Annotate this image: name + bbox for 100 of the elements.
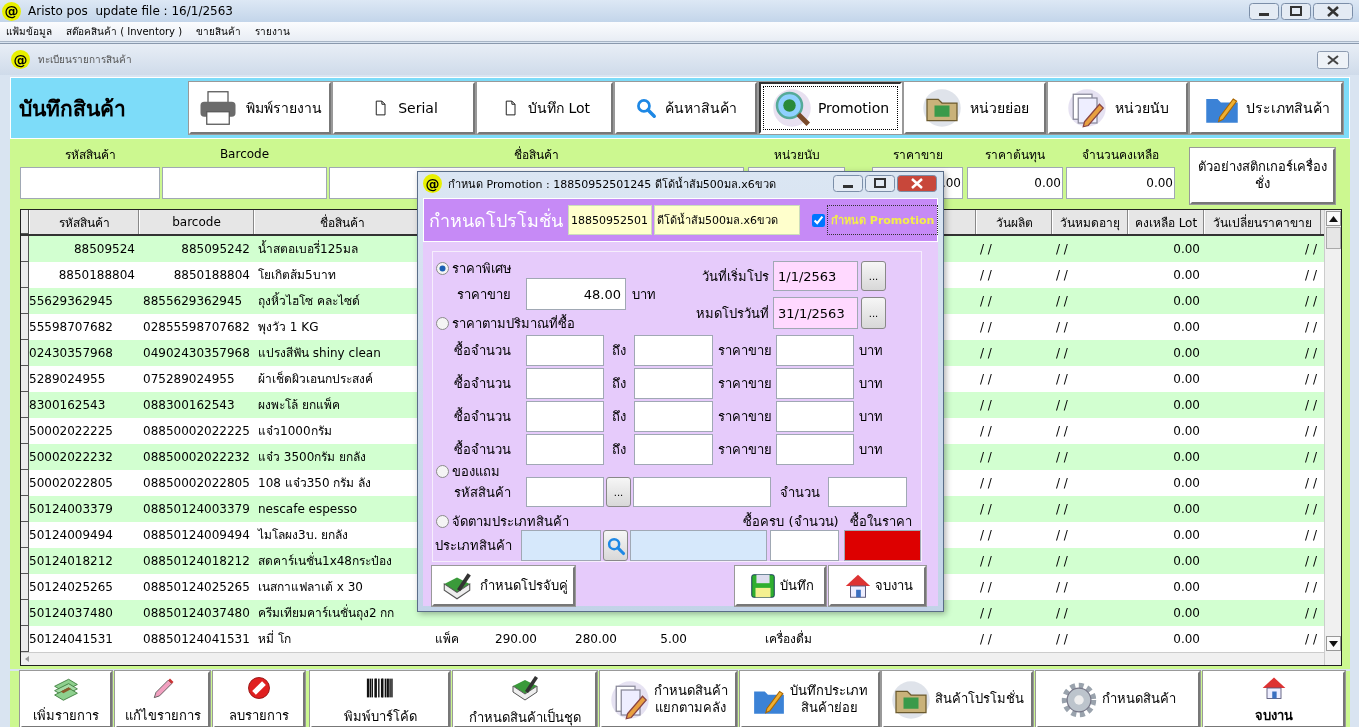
restore-icon[interactable]	[1281, 2, 1311, 20]
menu-item[interactable]: แฟ้มข้อมูล	[6, 24, 52, 39]
input-field[interactable]	[634, 335, 713, 366]
input-field[interactable]: 0.00	[967, 167, 1063, 199]
save-button[interactable]: บันทึก	[735, 566, 826, 606]
column-header[interactable]: barcode	[139, 210, 254, 234]
input-field[interactable]	[776, 335, 854, 366]
input-field[interactable]	[526, 368, 604, 399]
menu-item[interactable]: ขายสินค้า	[196, 24, 242, 39]
radio-button[interactable]	[436, 261, 449, 275]
row-header[interactable]	[21, 626, 29, 652]
button[interactable]: กำหนดโปรจับคู่	[432, 566, 575, 606]
row-header[interactable]	[21, 444, 29, 470]
input-field[interactable]	[634, 368, 713, 399]
table-cell-text: 5.00	[659, 631, 688, 648]
close-button[interactable]: จบงาน	[1203, 671, 1345, 727]
input-field[interactable]	[162, 167, 327, 199]
toolbar-button[interactable]: หน่วยนับ	[1048, 82, 1188, 134]
checkbox[interactable]	[812, 213, 825, 227]
toolbar-button[interactable]: พิมพ์บาร์โค้ด	[310, 671, 450, 727]
row-header[interactable]	[21, 314, 29, 340]
input-field[interactable]	[776, 401, 854, 432]
toolbar-button[interactable]: พิมพ์รายงาน	[189, 82, 331, 134]
input-field[interactable]: 0.00	[1066, 167, 1175, 199]
row-header[interactable]	[21, 496, 29, 522]
toolbar-button[interactable]: ค้นหาสินค้า	[615, 82, 757, 134]
toolbar-button[interactable]: แก้ไขรายการ	[115, 671, 210, 727]
toolbar-button[interactable]: ลบรายการ	[213, 671, 305, 727]
row-header[interactable]	[21, 262, 29, 288]
input-field[interactable]: 48.00	[526, 278, 626, 310]
input-field[interactable]	[776, 434, 854, 465]
input-field[interactable]	[634, 434, 713, 465]
row-header[interactable]	[21, 366, 29, 392]
search-button[interactable]	[603, 530, 628, 561]
input-field[interactable]	[526, 477, 604, 507]
input-field[interactable]	[630, 530, 767, 561]
toolbar-button[interactable]: Promotion	[759, 82, 902, 134]
input-field[interactable]	[844, 530, 921, 561]
column-header[interactable]: วันหมดอายุ	[1052, 210, 1128, 234]
menu-item[interactable]: สต๊อคสินค้า ( Inventory )	[66, 24, 183, 39]
input-field[interactable]	[828, 477, 907, 507]
toolbar-button[interactable]: ประเภทสินค้า	[1190, 82, 1343, 134]
input-field[interactable]: 1/1/2563	[773, 261, 858, 291]
scrollbar-thumb[interactable]	[1326, 227, 1341, 249]
radio-button[interactable]	[436, 514, 449, 528]
field-label: ถึง	[611, 408, 627, 426]
row-header[interactable]	[21, 288, 29, 314]
input-field[interactable]	[776, 368, 854, 399]
column-header[interactable]: วันเปลี่ยนราคาขาย	[1204, 210, 1321, 234]
toolbar-button[interactable]: Serial	[333, 82, 475, 134]
input-field[interactable]	[770, 530, 839, 561]
restore-icon[interactable]	[865, 175, 895, 192]
input-field[interactable]	[526, 434, 604, 465]
button[interactable]: ตัวอย่างสติกเกอร์เครื่องชั่ง	[1190, 148, 1335, 204]
radio-button[interactable]	[436, 464, 449, 478]
column-header[interactable]: คงเหลือ Lot	[1128, 210, 1204, 234]
close-button[interactable]: จบงาน	[829, 566, 926, 606]
toolbar-button[interactable]: กำหนดสินค้า แยกตามคลัง	[600, 671, 737, 727]
table-cell-text: / /	[1304, 579, 1318, 596]
input-field[interactable]	[633, 477, 771, 507]
toolbar-button[interactable]: กำหนดสินค้า	[1036, 671, 1200, 727]
row-header[interactable]	[21, 548, 29, 574]
minimize-icon[interactable]	[833, 175, 863, 192]
toolbar-button[interactable]: หน่วยย่อย	[904, 82, 1046, 134]
browse-button[interactable]: ...	[606, 477, 631, 507]
input-field[interactable]: 18850952501	[568, 205, 652, 235]
input-field[interactable]	[20, 167, 160, 199]
close-icon[interactable]	[897, 175, 937, 192]
row-header[interactable]	[21, 392, 29, 418]
row-header[interactable]	[21, 600, 29, 626]
row-header[interactable]	[21, 522, 29, 548]
input-field[interactable]: ดีโด้น้ำส้ม500มล.x6ขวด	[654, 205, 800, 235]
radio-button[interactable]	[436, 316, 449, 330]
input-field[interactable]	[526, 401, 604, 432]
toolbar-button[interactable]: กำหนดสินค้าเป็นชุด	[453, 671, 597, 727]
table-cell-text: 088300162543	[142, 397, 236, 414]
browse-button[interactable]: ...	[861, 261, 886, 291]
close-icon[interactable]	[1313, 2, 1353, 20]
scroll-up-icon[interactable]	[1326, 211, 1341, 226]
toolbar-button[interactable]: สินค้าโปรโมชั่น	[882, 671, 1033, 727]
toolbar-button[interactable]: บันทึกประเภท สินค้าย่อย	[740, 671, 880, 727]
input-field[interactable]	[526, 335, 604, 366]
close-icon[interactable]	[1317, 50, 1349, 69]
input-field[interactable]: 31/1/2563	[773, 297, 858, 329]
row-header[interactable]	[21, 236, 29, 262]
row-header[interactable]	[21, 418, 29, 444]
input-field[interactable]	[521, 530, 601, 561]
input-field[interactable]	[634, 401, 713, 432]
browse-button[interactable]: ...	[861, 297, 886, 329]
row-header[interactable]	[21, 574, 29, 600]
column-header[interactable]: วันผลิต	[976, 210, 1052, 234]
scroll-down-icon[interactable]	[1326, 636, 1341, 651]
column-header[interactable]: รหัสสินค้า	[29, 210, 139, 234]
folder-icon	[891, 679, 931, 720]
row-header[interactable]	[21, 470, 29, 496]
toolbar-button[interactable]: เพิ่มรายการ	[20, 671, 112, 727]
row-header[interactable]	[21, 340, 29, 366]
menu-item[interactable]: รายงาน	[255, 24, 291, 39]
minimize-icon[interactable]	[1249, 2, 1279, 20]
toolbar-button[interactable]: บันทึก Lot	[477, 82, 613, 134]
